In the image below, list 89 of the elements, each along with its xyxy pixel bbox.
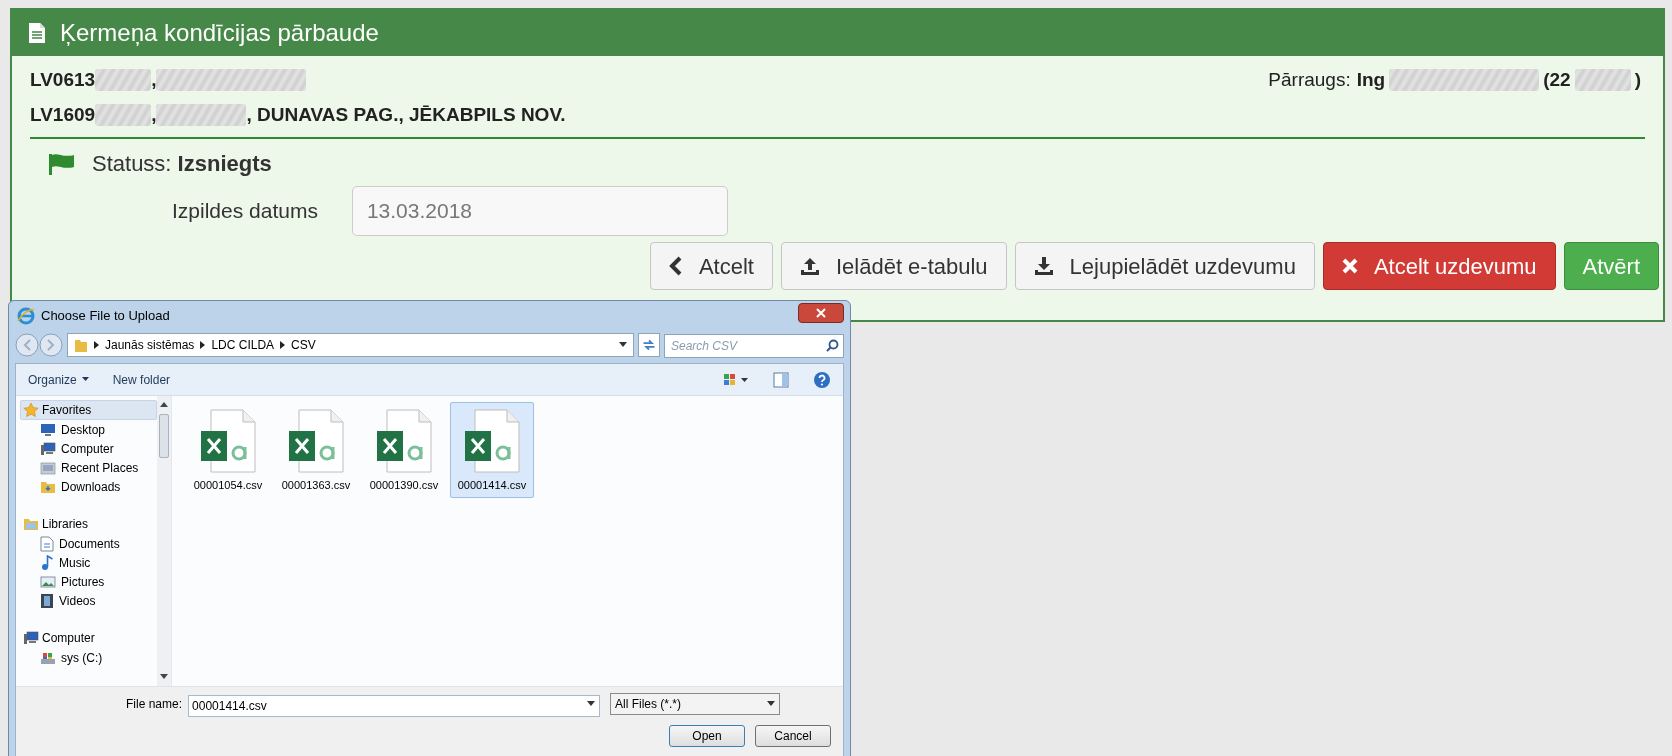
nav-item[interactable]: Videos <box>20 591 157 610</box>
library-icon <box>23 517 39 531</box>
action-button[interactable]: Atcelt <box>649 242 773 290</box>
document-icon <box>28 22 46 44</box>
close-icon <box>816 308 826 318</box>
search-icon <box>826 339 839 352</box>
dropdown-icon <box>81 377 89 382</box>
breadcrumb-item[interactable]: Jaunās sistēmas <box>105 336 195 354</box>
computer-icon <box>40 441 56 456</box>
address-bar[interactable]: Jaunās sistēmas LDC CILDA CSV <box>67 333 634 357</box>
field-label: Izpildes datums <box>172 198 318 225</box>
nav-item[interactable]: Documents <box>20 534 157 553</box>
nav-item[interactable]: Recent Places <box>20 458 157 477</box>
toolbar-button[interactable]: Organize <box>28 370 89 389</box>
info-text: (22 <box>1543 68 1571 92</box>
action-button[interactable]: Ielādēt e-tabulu <box>780 242 1007 290</box>
star-icon <box>23 402 39 418</box>
folder-icon <box>40 479 56 494</box>
file-name-label: File name: <box>126 696 183 713</box>
redaction-mark <box>1574 69 1631 92</box>
info-text: LV1609 <box>30 102 96 127</box>
pictures-icon <box>40 574 56 589</box>
videos-icon <box>40 592 54 609</box>
file-name-field[interactable]: 00001414.csv <box>188 695 601 717</box>
nav-item[interactable]: Desktop <box>20 420 157 439</box>
info-text: ) <box>1634 68 1641 92</box>
action-button[interactable]: Lejupielādēt uzdevumu <box>1014 242 1315 290</box>
info-label: Pārraugs: <box>1268 68 1351 92</box>
browser-icon <box>17 307 35 325</box>
scrollbar[interactable] <box>157 396 171 686</box>
spreadsheet-file-icon <box>375 409 433 473</box>
dialog-button[interactable]: Cancel <box>755 725 831 747</box>
action-button[interactable]: Atcelt uzdevumu <box>1322 242 1556 290</box>
chevron-right-icon <box>280 341 286 349</box>
breadcrumb-item[interactable]: LDC CILDA <box>211 336 275 354</box>
file-item[interactable]: 00001054.csv <box>186 402 270 498</box>
info-text: Ing <box>1356 68 1386 92</box>
spreadsheet-file-icon <box>199 409 257 473</box>
chevron-right-icon <box>200 341 206 349</box>
nav-item[interactable]: Downloads <box>20 477 157 496</box>
nav-item[interactable]: Pictures <box>20 572 157 591</box>
info-text: , <box>151 68 157 92</box>
scroll-down-icon[interactable] <box>160 674 168 680</box>
close-button[interactable] <box>798 303 844 323</box>
dropdown-icon[interactable] <box>767 701 776 707</box>
recent-places-icon <box>40 460 56 475</box>
file-type-select[interactable]: All Files (*.*) <box>610 693 781 715</box>
scroll-up-icon[interactable] <box>160 402 168 408</box>
scroll-thumb[interactable] <box>159 414 169 458</box>
chevron-right-icon <box>94 341 99 349</box>
chevron-left-icon <box>668 256 683 276</box>
dropdown-icon[interactable] <box>587 701 596 707</box>
refresh-icon[interactable] <box>638 333 660 357</box>
drive-icon <box>40 650 56 665</box>
dropdown-icon[interactable] <box>619 342 627 348</box>
search-field[interactable]: Search CSV <box>664 334 844 358</box>
breadcrumb-item[interactable]: CSV <box>291 336 316 354</box>
nav-item[interactable]: Computer <box>20 439 157 458</box>
nav-item[interactable]: Libraries <box>20 514 157 534</box>
nav-item[interactable]: Favorites <box>20 400 157 420</box>
music-icon <box>40 554 54 571</box>
file-item[interactable]: 00001390.csv <box>362 402 446 498</box>
redaction-mark <box>95 103 152 126</box>
status-text: Statuss: Izsniegts <box>92 150 272 178</box>
help-icon[interactable] <box>813 370 831 389</box>
file-item[interactable]: 00001363.csv <box>274 402 358 498</box>
download-icon <box>1033 256 1054 276</box>
file-item[interactable]: 00001414.csv <box>450 402 534 498</box>
panel-title: Ķermeņa kondīcijas pārbaude <box>60 18 379 48</box>
dialog-button[interactable]: Open <box>669 725 745 747</box>
nav-item[interactable]: sys (C:) <box>20 648 157 667</box>
nav-item[interactable]: Computer <box>20 628 157 648</box>
nav-item[interactable]: Music <box>20 553 157 572</box>
folder-icon <box>74 337 88 353</box>
redaction-mark <box>95 69 152 92</box>
spreadsheet-file-icon <box>287 409 345 473</box>
info-text: , <box>151 102 157 127</box>
desktop-icon <box>40 422 56 437</box>
views-icon[interactable] <box>723 372 749 387</box>
document-icon <box>40 535 54 552</box>
upload-icon <box>799 256 820 276</box>
spreadsheet-file-icon <box>463 409 521 473</box>
info-text: LV0613 <box>30 68 96 92</box>
dialog-title: Choose File to Upload <box>41 307 170 326</box>
info-text: , DUNAVAS PAG., JĒKABPILS NOV. <box>246 102 566 127</box>
close-icon <box>1341 258 1358 274</box>
computer-icon <box>23 631 39 645</box>
toolbar-button[interactable]: New folder <box>112 370 171 389</box>
flag-icon <box>48 152 76 175</box>
